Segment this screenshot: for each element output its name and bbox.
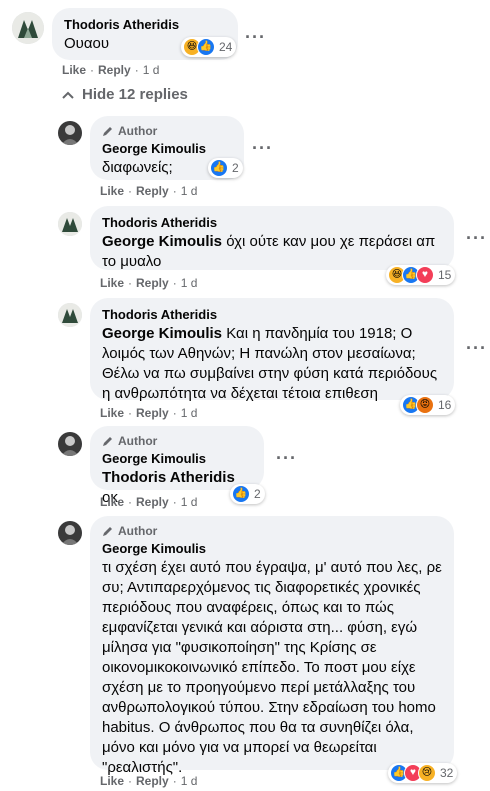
reply-link[interactable]: Reply bbox=[98, 63, 131, 77]
more-options-icon[interactable]: ··· bbox=[245, 28, 266, 46]
timestamp[interactable]: 1 d bbox=[181, 276, 198, 290]
like-reaction-icon: 👍 bbox=[197, 38, 215, 56]
author-badge-label: Author bbox=[118, 524, 158, 538]
timestamp[interactable]: 1 d bbox=[181, 184, 198, 198]
reply-body: διαφωνείς; bbox=[102, 159, 173, 176]
pencil-icon bbox=[103, 127, 112, 136]
mention-link[interactable]: George Kimoulis bbox=[102, 325, 222, 342]
chevron-up-icon bbox=[62, 91, 74, 99]
reply-bubble-4: Author George Kimoulis Thodoris Atheridi… bbox=[90, 426, 264, 506]
like-link[interactable]: Like bbox=[100, 774, 124, 788]
like-reaction-icon: 👍 bbox=[210, 159, 228, 177]
mention-link[interactable]: George Kimoulis bbox=[102, 233, 222, 250]
more-options-icon[interactable]: ··· bbox=[466, 339, 487, 357]
separator: · bbox=[128, 774, 133, 788]
author-badge: Author bbox=[102, 524, 442, 538]
reply-link[interactable]: Reply bbox=[136, 774, 169, 788]
reply-bubble-2: Thodoris Atheridis George Kimoulis όχι ο… bbox=[90, 206, 454, 270]
pencil-icon bbox=[103, 527, 112, 536]
timestamp[interactable]: 1 d bbox=[181, 774, 198, 788]
reply-link[interactable]: Reply bbox=[136, 406, 169, 420]
reply-author[interactable]: Thodoris Atheridis bbox=[102, 306, 442, 324]
reply-link[interactable]: Reply bbox=[136, 495, 169, 509]
separator: · bbox=[172, 774, 177, 788]
comment-actions: Like · Reply · 1 d bbox=[62, 63, 159, 77]
reply-bubble-5: Author George Kimoulis τι σχέση έχει αυτ… bbox=[90, 516, 454, 776]
hide-replies-toggle[interactable]: Hide 12 replies bbox=[62, 86, 188, 103]
avatar-thodoris[interactable] bbox=[58, 303, 82, 327]
mention-link[interactable]: Thodoris Atheridis bbox=[102, 469, 235, 486]
reply-actions: Like · Reply · 1 d bbox=[100, 406, 197, 420]
avatar-george[interactable] bbox=[58, 521, 82, 545]
reactions-summary[interactable]: 👍 2 bbox=[208, 158, 243, 178]
reaction-count: 2 bbox=[232, 161, 239, 175]
reply-bubble-3: Thodoris Atheridis George Kimoulis Και η… bbox=[90, 298, 454, 402]
reply-link[interactable]: Reply bbox=[136, 276, 169, 290]
separator: · bbox=[172, 184, 177, 198]
reply-text: τι σχέση έχει αυτό που έγραψα, μ' αυτό π… bbox=[102, 558, 442, 778]
reply-body: τι σχέση έχει αυτό που έγραψα, μ' αυτό π… bbox=[102, 559, 442, 776]
reaction-count: 2 bbox=[254, 487, 261, 501]
like-link[interactable]: Like bbox=[100, 495, 124, 509]
author-badge: Author bbox=[102, 434, 252, 448]
separator: · bbox=[172, 276, 177, 290]
like-link[interactable]: Like bbox=[100, 276, 124, 290]
reply-actions: Like · Reply · 1 d bbox=[100, 276, 197, 290]
separator: · bbox=[128, 276, 133, 290]
reply-actions: Like · Reply · 1 d bbox=[100, 495, 197, 509]
separator: · bbox=[172, 495, 177, 509]
reply-link[interactable]: Reply bbox=[136, 184, 169, 198]
reply-text: George Kimoulis Και η πανδημία του 1918;… bbox=[102, 324, 442, 404]
timestamp[interactable]: 1 d bbox=[143, 63, 160, 77]
separator: · bbox=[90, 63, 95, 77]
pencil-icon bbox=[103, 437, 112, 446]
avatar-thodoris[interactable] bbox=[12, 12, 44, 44]
reply-actions: Like · Reply · 1 d bbox=[100, 774, 197, 788]
reply-author[interactable]: George Kimoulis bbox=[102, 450, 252, 468]
reactions-summary[interactable]: 👍 😡 16 bbox=[400, 395, 456, 415]
sad-reaction-icon: 😢 bbox=[418, 764, 436, 782]
author-badge: Author bbox=[102, 124, 232, 138]
reaction-count: 15 bbox=[438, 268, 452, 282]
comment-author[interactable]: Thodoris Atheridis bbox=[64, 16, 226, 34]
reply-author[interactable]: Thodoris Atheridis bbox=[102, 214, 442, 232]
reactions-summary[interactable]: 😆 👍 24 bbox=[181, 37, 237, 57]
separator: · bbox=[134, 63, 139, 77]
reply-actions: Like · Reply · 1 d bbox=[100, 184, 197, 198]
like-link[interactable]: Like bbox=[100, 184, 124, 198]
reactions-summary[interactable]: 👍 2 bbox=[230, 484, 265, 504]
separator: · bbox=[128, 406, 133, 420]
separator: · bbox=[128, 184, 133, 198]
like-link[interactable]: Like bbox=[100, 406, 124, 420]
more-options-icon[interactable]: ··· bbox=[466, 229, 487, 247]
avatar-thodoris[interactable] bbox=[58, 212, 82, 236]
more-options-icon[interactable]: ··· bbox=[252, 139, 273, 157]
more-options-icon[interactable]: ··· bbox=[276, 449, 297, 467]
like-link[interactable]: Like bbox=[62, 63, 86, 77]
like-reaction-icon: 👍 bbox=[232, 485, 250, 503]
reaction-count: 32 bbox=[440, 766, 454, 780]
author-badge-label: Author bbox=[118, 434, 158, 448]
timestamp[interactable]: 1 d bbox=[181, 406, 198, 420]
hide-replies-label: Hide 12 replies bbox=[82, 86, 188, 103]
angry-reaction-icon: 😡 bbox=[416, 396, 434, 414]
avatar-george[interactable] bbox=[58, 432, 82, 456]
reactions-summary[interactable]: 😆 👍 ♥ 15 bbox=[386, 265, 456, 285]
reply-author[interactable]: George Kimoulis bbox=[102, 540, 442, 558]
separator: · bbox=[128, 495, 133, 509]
reactions-summary[interactable]: 👍 ♥ 😢 32 bbox=[388, 763, 458, 783]
author-badge-label: Author bbox=[118, 124, 158, 138]
love-reaction-icon: ♥ bbox=[416, 266, 434, 284]
avatar-george[interactable] bbox=[58, 121, 82, 145]
separator: · bbox=[172, 406, 177, 420]
reply-author[interactable]: George Kimoulis bbox=[102, 140, 232, 158]
reaction-count: 24 bbox=[219, 40, 233, 54]
timestamp[interactable]: 1 d bbox=[181, 495, 198, 509]
reaction-count: 16 bbox=[438, 398, 452, 412]
